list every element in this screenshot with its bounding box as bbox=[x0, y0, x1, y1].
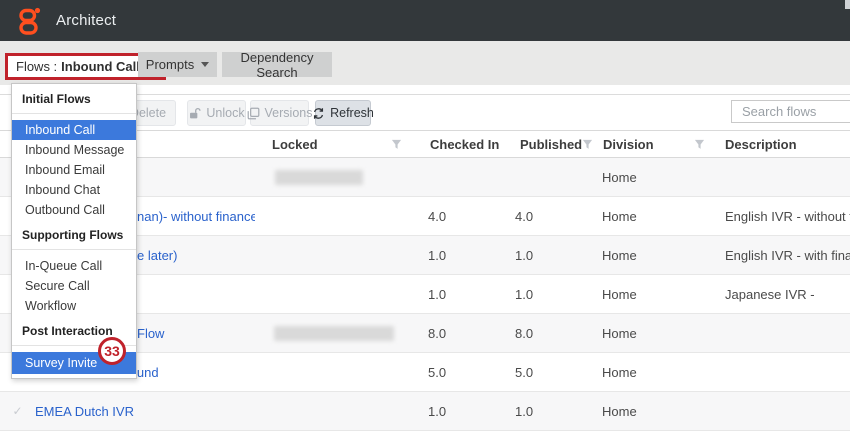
scrollbar-sliver bbox=[845, 0, 850, 9]
dropdown-item-secure-call[interactable]: Secure Call bbox=[12, 276, 136, 296]
checked-in-value: 1.0 bbox=[410, 248, 500, 263]
refresh-button[interactable]: Refresh bbox=[315, 100, 371, 126]
checked-in-value: 4.0 bbox=[410, 209, 500, 224]
checked-in-value: 1.0 bbox=[410, 287, 500, 302]
division-value: Home bbox=[602, 209, 637, 224]
prompts-label: Prompts bbox=[146, 57, 194, 72]
header-locked[interactable]: Locked bbox=[255, 137, 410, 152]
flows-type-dropdown: Initial Flows Inbound Call Inbound Messa… bbox=[11, 83, 137, 379]
versions-icon bbox=[247, 107, 260, 120]
versions-label: Versions bbox=[265, 106, 313, 120]
checked-in-label: Checked In bbox=[430, 137, 499, 152]
unlock-label: Unlock bbox=[206, 106, 244, 120]
header-checked-in[interactable]: Checked In bbox=[410, 137, 500, 152]
dropdown-item-inbound-email[interactable]: Inbound Email bbox=[12, 160, 136, 180]
dependency-search-label: Dependency Search bbox=[222, 50, 332, 80]
description-label: Description bbox=[725, 137, 797, 152]
dropdown-item-workflow[interactable]: Workflow bbox=[12, 296, 136, 316]
refresh-label: Refresh bbox=[330, 106, 374, 120]
locked-by-redacted bbox=[274, 326, 394, 341]
dropdown-item-inbound-chat[interactable]: Inbound Chat bbox=[12, 180, 136, 200]
published-value: 4.0 bbox=[515, 209, 533, 224]
prompts-menu-button[interactable]: Prompts bbox=[138, 52, 217, 77]
published-value: 1.0 bbox=[515, 404, 533, 419]
header-description: Description bbox=[715, 137, 850, 152]
flows-button-selected: Inbound Call bbox=[61, 59, 140, 74]
description-value: English IVR - without finan bbox=[715, 209, 850, 224]
checked-in-value: 8.0 bbox=[410, 326, 500, 341]
app-title: Architect bbox=[56, 12, 116, 29]
locked-label: Locked bbox=[272, 137, 318, 152]
checked-in-value: 5.0 bbox=[410, 365, 500, 380]
versions-button[interactable]: Versions bbox=[250, 100, 309, 126]
description-value: Japanese IVR - bbox=[715, 287, 850, 302]
dropdown-item-inbound-call[interactable]: Inbound Call bbox=[12, 120, 136, 140]
header-division[interactable]: Division bbox=[585, 137, 715, 152]
flow-name-link[interactable]: nan)- without finance bbox=[137, 209, 255, 224]
published-value: 1.0 bbox=[515, 287, 533, 302]
published-label: Published bbox=[520, 137, 582, 152]
published-check-icon: ✓ bbox=[0, 404, 35, 418]
published-value: 1.0 bbox=[515, 248, 533, 263]
locked-by-redacted bbox=[275, 170, 363, 185]
flow-name-link[interactable]: EMEA Dutch IVR bbox=[35, 404, 134, 419]
table-row[interactable]: ✓ EMEA Dutch IVR 1.0 1.0 Home bbox=[0, 392, 850, 431]
dropdown-item-inbound-message[interactable]: Inbound Message bbox=[12, 140, 136, 160]
division-value: Home bbox=[602, 326, 637, 341]
filter-icon[interactable] bbox=[694, 139, 705, 150]
flow-name-link[interactable]: e later) bbox=[137, 248, 177, 263]
description-value: English IVR - with finance bbox=[715, 248, 850, 263]
checked-in-value: 1.0 bbox=[410, 404, 500, 419]
division-value: Home bbox=[602, 170, 637, 185]
dropdown-section-header: Initial Flows bbox=[12, 84, 136, 113]
unlock-icon bbox=[188, 107, 201, 120]
division-label: Division bbox=[603, 137, 654, 152]
division-value: Home bbox=[602, 365, 637, 380]
dropdown-section-header: Supporting Flows bbox=[12, 220, 136, 249]
genesys-logo-icon bbox=[17, 7, 43, 35]
filter-icon[interactable] bbox=[391, 139, 402, 150]
flows-button-prefix: Flows : bbox=[16, 59, 57, 74]
published-value: 5.0 bbox=[515, 365, 533, 380]
division-value: Home bbox=[602, 404, 637, 419]
division-value: Home bbox=[602, 248, 637, 263]
search-input[interactable] bbox=[731, 100, 850, 123]
flow-name-link[interactable]: Flow bbox=[137, 326, 164, 341]
unlock-button[interactable]: Unlock bbox=[187, 100, 246, 126]
dependency-search-button[interactable]: Dependency Search bbox=[222, 52, 332, 77]
header-published[interactable]: Published bbox=[500, 137, 585, 152]
app-header: Architect bbox=[0, 0, 850, 41]
published-value: 8.0 bbox=[515, 326, 533, 341]
dropdown-item-in-queue-call[interactable]: In-Queue Call bbox=[12, 256, 136, 276]
annotation-step-badge: 33 bbox=[98, 337, 126, 365]
dropdown-item-outbound-call[interactable]: Outbound Call bbox=[12, 200, 136, 220]
division-value: Home bbox=[602, 287, 637, 302]
refresh-icon bbox=[312, 107, 325, 120]
caret-down-icon bbox=[201, 62, 209, 67]
